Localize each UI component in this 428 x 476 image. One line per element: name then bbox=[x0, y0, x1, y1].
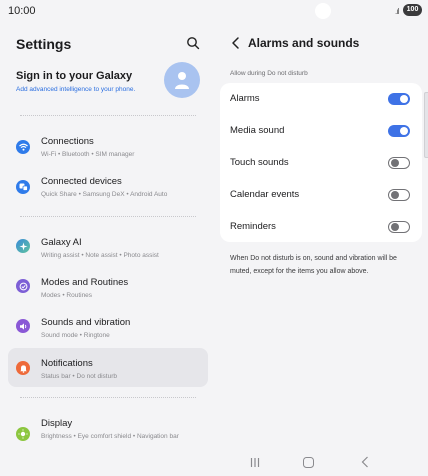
settings-item-sub: Writing assist • Note assist • Photo ass… bbox=[41, 252, 159, 259]
settings-item-notifications[interactable]: Notifications Status bar • Do not distur… bbox=[8, 348, 208, 387]
edge-panel-handle[interactable] bbox=[424, 92, 428, 158]
toggle-row-media-sound[interactable]: Media sound bbox=[220, 115, 422, 147]
page-title: Settings bbox=[16, 36, 72, 52]
sparkle-icon bbox=[16, 239, 30, 253]
toggle-label: Touch sounds bbox=[230, 157, 289, 168]
toggle-switch[interactable] bbox=[388, 221, 410, 233]
settings-item-display[interactable]: Display Brightness • Eye comfort shield … bbox=[8, 412, 208, 456]
info-note: When Do not disturb is on, sound and vib… bbox=[230, 255, 397, 275]
nav-back-icon[interactable] bbox=[361, 456, 369, 468]
toggle-knob bbox=[400, 127, 408, 135]
settings-item-sub: Modes • Routines bbox=[41, 292, 93, 299]
toggle-label: Media sound bbox=[230, 125, 285, 136]
toggle-switch[interactable] bbox=[388, 189, 410, 201]
toggle-switch[interactable] bbox=[388, 125, 410, 137]
recent-apps-icon[interactable] bbox=[250, 457, 260, 468]
divider bbox=[20, 115, 196, 116]
settings-item-connections[interactable]: Connections Wi-Fi • Bluetooth • SIM mana… bbox=[8, 130, 208, 164]
person-icon bbox=[175, 72, 189, 89]
camera-cutout bbox=[315, 3, 331, 19]
settings-item-sub: Status bar • Do not disturb bbox=[41, 373, 117, 380]
wifi-icon bbox=[16, 140, 30, 154]
divider bbox=[20, 216, 196, 217]
settings-item-label: Modes and Routines bbox=[41, 277, 129, 288]
toggle-row-touch-sounds[interactable]: Touch sounds bbox=[220, 147, 422, 179]
toggle-knob bbox=[390, 190, 399, 199]
toggle-label: Alarms bbox=[230, 93, 260, 104]
home-icon[interactable] bbox=[303, 457, 314, 468]
bell-icon bbox=[16, 361, 30, 375]
toggle-knob bbox=[390, 222, 399, 231]
toggle-knob bbox=[400, 95, 408, 103]
status-time: 10:00 bbox=[8, 5, 36, 17]
settings-item-sub: Sound mode • Ringtone bbox=[41, 332, 110, 339]
toggle-switch[interactable] bbox=[388, 157, 410, 169]
check-circle-icon bbox=[16, 279, 30, 293]
divider bbox=[20, 397, 196, 398]
settings-item-galaxy-ai[interactable]: Galaxy AI Writing assist • Note assist •… bbox=[8, 228, 208, 262]
toggle-knob bbox=[390, 158, 399, 167]
toggle-label: Calendar events bbox=[230, 189, 300, 200]
settings-item-sounds-vibration[interactable]: Sounds and vibration Sound mode • Ringto… bbox=[8, 308, 208, 342]
settings-item-label: Display bbox=[41, 418, 73, 429]
detail-pane: Alarms and sounds Allow during Do not di… bbox=[214, 22, 428, 476]
settings-item-sub: Quick Share • Samsung DeX • Android Auto bbox=[41, 191, 168, 198]
devices-icon bbox=[16, 180, 30, 194]
section-label: Allow during Do not disturb bbox=[230, 70, 308, 77]
settings-item-label: Connected devices bbox=[41, 176, 122, 187]
settings-pane: Settings Sign in to your Galaxy Add adva… bbox=[0, 22, 214, 476]
settings-card: Alarms Media sound Touch sounds Calendar… bbox=[220, 83, 422, 242]
settings-item-label: Connections bbox=[41, 136, 94, 147]
search-icon[interactable] bbox=[186, 36, 200, 50]
settings-item-connected-devices[interactable]: Connected devices Quick Share • Samsung … bbox=[8, 170, 208, 204]
toggle-row-calendar-events[interactable]: Calendar events bbox=[220, 179, 422, 211]
settings-item-sub: Wi-Fi • Bluetooth • SIM manager bbox=[41, 151, 135, 158]
battery-icon: 100 bbox=[403, 4, 422, 16]
back-arrow-icon[interactable] bbox=[230, 36, 242, 50]
speaker-icon bbox=[16, 319, 30, 333]
toggle-row-alarms[interactable]: Alarms bbox=[220, 83, 422, 115]
status-bar: 10:00 .ıl 100 bbox=[0, 0, 428, 22]
avatar[interactable] bbox=[164, 62, 200, 98]
settings-item-label: Galaxy AI bbox=[41, 237, 82, 248]
toggle-row-reminders[interactable]: Reminders bbox=[220, 211, 422, 243]
detail-title: Alarms and sounds bbox=[248, 36, 360, 50]
signal-icon: .ıl bbox=[395, 7, 399, 16]
sun-icon bbox=[16, 427, 30, 441]
toggle-label: Reminders bbox=[230, 221, 276, 232]
toggle-switch[interactable] bbox=[388, 93, 410, 105]
navigation-bar bbox=[214, 450, 428, 476]
settings-item-sub: Brightness • Eye comfort shield • Naviga… bbox=[41, 433, 179, 440]
settings-item-label: Notifications bbox=[41, 358, 93, 369]
settings-item-label: Sounds and vibration bbox=[41, 317, 131, 328]
settings-item-modes-routines[interactable]: Modes and Routines Modes • Routines bbox=[8, 268, 208, 302]
